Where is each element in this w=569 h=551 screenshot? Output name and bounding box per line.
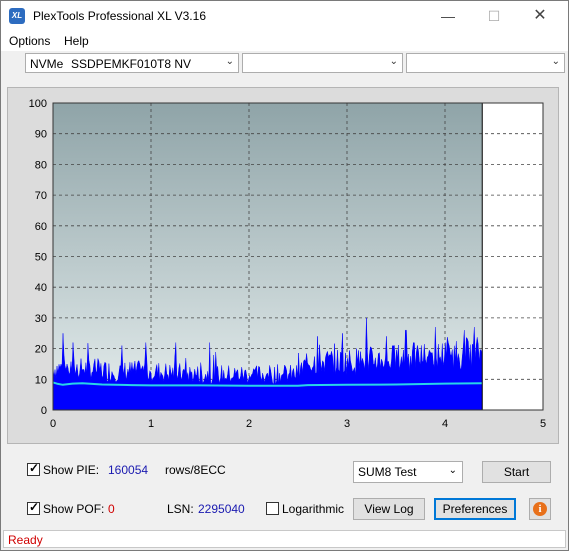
y-tick-label: 30	[35, 313, 47, 325]
pie-unit: rows/8ECC	[165, 463, 226, 477]
pof-value: 0	[108, 502, 115, 516]
x-tick-label: 5	[540, 418, 546, 430]
checkmark-icon: ✓	[29, 461, 40, 475]
test-select-value: SUM8 Test	[358, 465, 417, 479]
status-text: Ready	[8, 533, 43, 547]
minimize-icon[interactable]: —	[425, 1, 471, 31]
title-bar[interactable]: XL PlexTools Professional XL V3.16 — ☐ ✕	[1, 1, 568, 31]
info-button[interactable]: i	[529, 498, 551, 520]
y-tick-label: 20	[35, 344, 47, 356]
y-tick-label: 60	[35, 221, 47, 233]
secondary-select[interactable]: ⌄	[242, 53, 403, 73]
close-icon[interactable]: ✕	[517, 1, 563, 31]
y-tick-label: 70	[35, 190, 47, 202]
checkmark-icon: ✓	[29, 500, 40, 514]
y-tick-label: 80	[35, 159, 47, 171]
status-bar: Ready	[3, 530, 566, 548]
info-icon: i	[533, 502, 547, 516]
drive-select[interactable]: NVMe SSDPEMKF010T8 NV ⌄	[25, 53, 239, 73]
maximize-icon[interactable]: ☐	[471, 1, 517, 31]
show-pie-checkbox[interactable]: ✓	[27, 461, 40, 476]
pie-value: 160054	[108, 463, 149, 477]
chevron-down-icon: ⌄	[225, 56, 234, 67]
chevron-down-icon: ⌄	[448, 465, 457, 476]
drive-selector-row: NVMe SSDPEMKF010T8 NV ⌄ ⌄ ⌄	[1, 53, 568, 79]
control-panel: ✓ Show PIE: 160054 rows/8ECC ✓ Show POF:…	[7, 453, 559, 525]
x-tick-label: 4	[442, 418, 448, 430]
logarithmic-label: Logarithmic	[282, 502, 345, 516]
y-tick-label: 100	[29, 98, 47, 110]
view-log-button[interactable]: View Log	[353, 498, 425, 520]
x-tick-label: 0	[50, 418, 56, 430]
preferences-button[interactable]: Preferences	[434, 498, 516, 520]
y-tick-label: 90	[35, 129, 47, 141]
test-select[interactable]: SUM8 Test ⌄	[353, 461, 463, 483]
x-tick-label: 3	[344, 418, 350, 430]
x-tick-label: 1	[148, 418, 154, 430]
pie-chart: 0 10 20 30 40 50 60 70 80 90 100 0 1 2 3 4 5	[29, 98, 546, 430]
app-icon: XL	[9, 8, 25, 24]
lsn-value: 2295040	[198, 502, 245, 516]
lsn-label: LSN:	[167, 502, 194, 516]
show-pof-label: Show POF:	[43, 502, 105, 516]
menu-help[interactable]: Help	[64, 34, 89, 48]
x-tick-label: 2	[246, 418, 252, 430]
show-pof-checkbox[interactable]: ✓	[27, 500, 40, 515]
y-tick-label: 0	[41, 405, 47, 417]
app-window: XL PlexTools Professional XL V3.16 — ☐ ✕…	[0, 0, 569, 551]
tertiary-select[interactable]: ⌄	[406, 53, 565, 73]
menu-bar: Options Help	[1, 31, 568, 51]
logarithmic-checkbox[interactable]	[266, 502, 279, 515]
window-title: PlexTools Professional XL V3.16	[33, 9, 206, 23]
y-tick-label: 50	[35, 252, 47, 264]
chart-panel: 0 10 20 30 40 50 60 70 80 90 100 0 1 2 3 4 5	[7, 87, 559, 444]
show-pie-label: Show PIE:	[43, 463, 100, 477]
drive-type: NVMe	[30, 57, 64, 71]
start-button[interactable]: Start	[482, 461, 551, 483]
y-tick-label: 10	[35, 374, 47, 386]
y-tick-label: 40	[35, 282, 47, 294]
chevron-down-icon: ⌄	[389, 56, 398, 67]
chevron-down-icon: ⌄	[551, 56, 560, 67]
drive-model: SSDPEMKF010T8 NV	[71, 57, 192, 71]
menu-options[interactable]: Options	[9, 34, 50, 48]
